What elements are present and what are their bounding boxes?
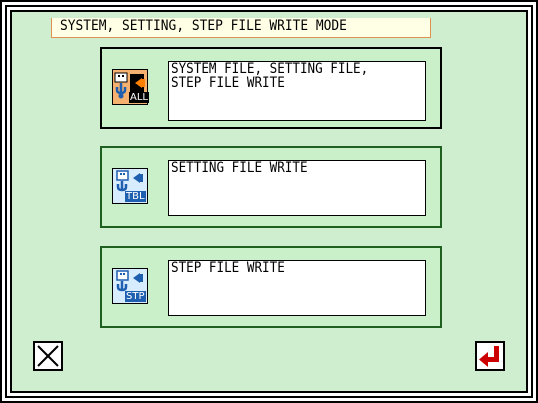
option-step-file-write[interactable]: STP STEP FILE WRITE — [100, 246, 442, 328]
icon-badge-tbl: TBL — [125, 191, 146, 202]
usb-write-all-icon: ALL — [112, 69, 149, 105]
option-label: STEP FILE WRITE — [171, 260, 285, 276]
usb-write-step-icon: STP — [112, 268, 148, 304]
enter-arrow-icon — [479, 346, 499, 367]
cancel-button[interactable] — [33, 341, 63, 371]
enter-button[interactable] — [475, 341, 505, 371]
icon-badge-all: ALL — [129, 92, 149, 103]
option-label-box: SYSTEM FILE, SETTING FILE, STEP FILE WRI… — [168, 61, 426, 121]
close-icon — [37, 345, 59, 367]
usb-write-table-icon: TBL — [112, 168, 148, 204]
option-label-box: STEP FILE WRITE — [168, 260, 426, 316]
option-all-files-write[interactable]: ALL SYSTEM FILE, SETTING FILE, STEP FILE… — [100, 47, 442, 129]
option-label: SETTING FILE WRITE — [171, 160, 308, 176]
mode-title-bar: SYSTEM, SETTING, STEP FILE WRITE MODE — [51, 18, 431, 38]
option-label: SYSTEM FILE, SETTING FILE, STEP FILE WRI… — [171, 61, 369, 91]
page-title: SYSTEM, SETTING, STEP FILE WRITE MODE — [60, 18, 347, 34]
icon-badge-stp: STP — [125, 291, 146, 302]
option-setting-file-write[interactable]: TBL SETTING FILE WRITE — [100, 146, 442, 228]
option-label-box: SETTING FILE WRITE — [168, 160, 426, 216]
